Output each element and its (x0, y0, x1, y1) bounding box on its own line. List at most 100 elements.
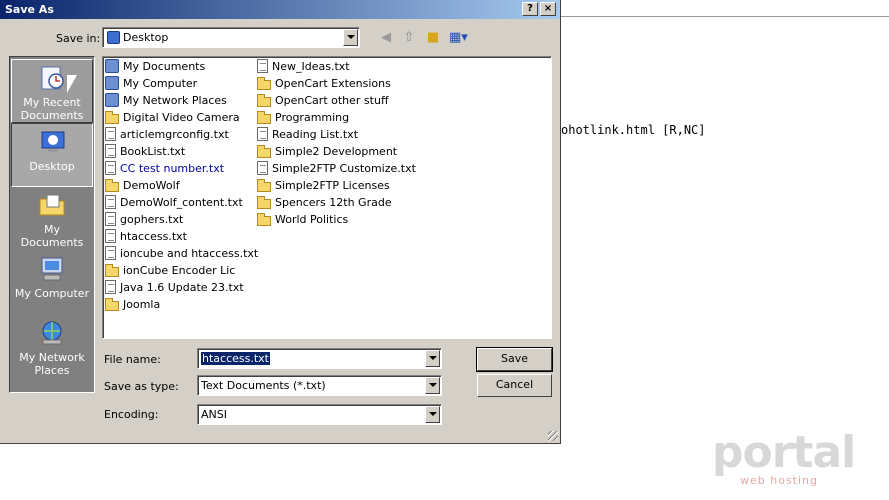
list-item[interactable]: New_Ideas.txt (257, 59, 350, 75)
file-name-label: File name: (104, 353, 161, 366)
chevron-down-icon[interactable] (425, 377, 440, 394)
watermark-logo: portal web hosting (712, 430, 862, 490)
place-my-network-places[interactable]: My Network Places (11, 315, 93, 379)
list-item[interactable]: Simple2FTP Licenses (257, 178, 390, 194)
resize-grip-icon[interactable] (548, 431, 558, 441)
folder-icon (257, 145, 271, 158)
text-file-icon (257, 161, 268, 175)
text-file-icon (257, 127, 268, 141)
text-file-icon (257, 59, 268, 73)
back-icon[interactable]: ◀ (377, 30, 395, 46)
editor-window: ohotlink.html [R,NC] (561, 0, 889, 500)
list-item[interactable]: Simple2 Development (257, 144, 397, 160)
list-item-label: My Computer (123, 77, 198, 90)
list-item-label: htaccess.txt (120, 230, 187, 243)
list-item-label: Java 1.6 Update 23.txt (120, 281, 244, 294)
cancel-button[interactable]: Cancel (477, 374, 552, 397)
up-folder-icon[interactable]: ⇧ (400, 30, 418, 46)
list-item[interactable]: CC test number.txt (105, 161, 224, 177)
list-item[interactable]: My Documents (105, 59, 205, 75)
save-button[interactable]: Save (476, 347, 553, 372)
editor-toolbar (561, 0, 889, 17)
place-label: My Documents (20, 223, 84, 249)
list-item[interactable]: Simple2FTP Customize.txt (257, 161, 416, 177)
list-item-label: Simple2 Development (275, 145, 398, 158)
desktop-icon (107, 31, 120, 44)
my-documents-icon (105, 59, 119, 73)
list-item-label: ionCube Encoder Lic (123, 264, 236, 277)
list-item-label: Simple2FTP Licenses (275, 179, 390, 192)
watermark-brand: portal (712, 427, 856, 478)
save-as-type-dropdown[interactable]: Text Documents (*.txt) (197, 375, 442, 396)
folder-icon (257, 196, 271, 209)
text-file-icon (105, 229, 116, 243)
file-name-selection: htaccess.txt (201, 352, 270, 365)
folder-icon (257, 77, 271, 90)
close-button[interactable]: × (540, 2, 556, 16)
file-name-field[interactable]: htaccess.txt (197, 348, 442, 369)
encoding-value: ANSI (201, 408, 227, 421)
text-file-icon (105, 246, 116, 260)
list-item[interactable]: BookList.txt (105, 144, 185, 160)
list-item[interactable]: Reading List.txt (257, 127, 358, 143)
editor-text[interactable]: ohotlink.html [R,NC] (561, 123, 706, 137)
list-item[interactable]: World Politics (257, 212, 348, 228)
save-in-dropdown[interactable]: Desktop (102, 27, 360, 48)
list-item-label: My Network Places (123, 94, 227, 107)
encoding-dropdown[interactable]: ANSI (197, 404, 442, 425)
list-item[interactable]: articlemgrconfig.txt (105, 127, 229, 143)
new-folder-icon[interactable]: ■ (424, 30, 442, 46)
chevron-down-icon[interactable] (425, 406, 440, 423)
file-list[interactable]: My Documents My Computer My Network Plac… (102, 56, 552, 339)
places-bar: My Recent Documents Desktop My Documents (9, 56, 95, 393)
list-item-label: Reading List.txt (272, 128, 359, 141)
list-item-label: My Documents (123, 60, 206, 73)
text-file-icon (105, 161, 116, 175)
list-item-label: New_Ideas.txt (272, 60, 350, 73)
list-item[interactable]: OpenCart other stuff (257, 93, 389, 109)
computer-icon (105, 76, 119, 90)
chevron-down-icon[interactable] (425, 350, 440, 367)
list-item-label: OpenCart other stuff (275, 94, 389, 107)
place-my-computer[interactable]: My Computer (11, 251, 93, 315)
title-bar[interactable]: Save As ? × (0, 0, 560, 19)
place-my-documents[interactable]: My Documents (11, 187, 93, 251)
list-item[interactable]: My Computer (105, 76, 197, 92)
list-item[interactable]: Joomla (105, 297, 160, 313)
list-item-label: gophers.txt (120, 213, 184, 226)
list-item[interactable]: My Network Places (105, 93, 227, 109)
list-item[interactable]: htaccess.txt (105, 229, 187, 245)
clock-icon (41, 66, 64, 90)
list-item[interactable]: ionCube Encoder Lic (105, 263, 235, 279)
place-my-recent-documents[interactable]: My Recent Documents (11, 59, 93, 123)
list-item[interactable]: DemoWolf_content.txt (105, 195, 243, 211)
help-button[interactable]: ? (522, 2, 538, 16)
list-item-label: World Politics (275, 213, 349, 226)
save-as-dialog: Save As ? × Save in: Desktop ◀ ⇧ ■ ▦▾ My… (0, 0, 561, 444)
encoding-label: Encoding: (104, 408, 159, 421)
place-desktop[interactable]: Desktop (11, 123, 93, 187)
network-icon (42, 321, 62, 345)
save-in-value: Desktop (123, 31, 169, 44)
list-item[interactable]: gophers.txt (105, 212, 183, 228)
folder-icon (257, 111, 271, 124)
chevron-down-icon[interactable] (343, 29, 358, 46)
folder-icon (39, 194, 65, 216)
mouse-cursor-icon (67, 75, 77, 93)
list-item-label: Simple2FTP Customize.txt (272, 162, 416, 175)
list-item[interactable]: Programming (257, 110, 349, 126)
list-item[interactable]: OpenCart Extensions (257, 76, 391, 92)
place-label: Desktop (29, 160, 75, 173)
list-item[interactable]: DemoWolf (105, 178, 180, 194)
view-menu-icon[interactable]: ▦▾ (449, 30, 468, 46)
desktop-icon (41, 131, 65, 152)
dialog-title: Save As (5, 3, 54, 16)
folder-icon (105, 264, 119, 277)
list-item[interactable]: Digital Video Camera (105, 110, 240, 126)
place-label: My Network Places (19, 351, 85, 377)
list-item[interactable]: ioncube and htaccess.txt (105, 246, 258, 262)
list-item[interactable]: Spencers 12th Grade (257, 195, 392, 211)
list-item[interactable]: Java 1.6 Update 23.txt (105, 280, 244, 296)
computer-icon (41, 257, 63, 281)
place-label: My Recent Documents (20, 96, 84, 122)
